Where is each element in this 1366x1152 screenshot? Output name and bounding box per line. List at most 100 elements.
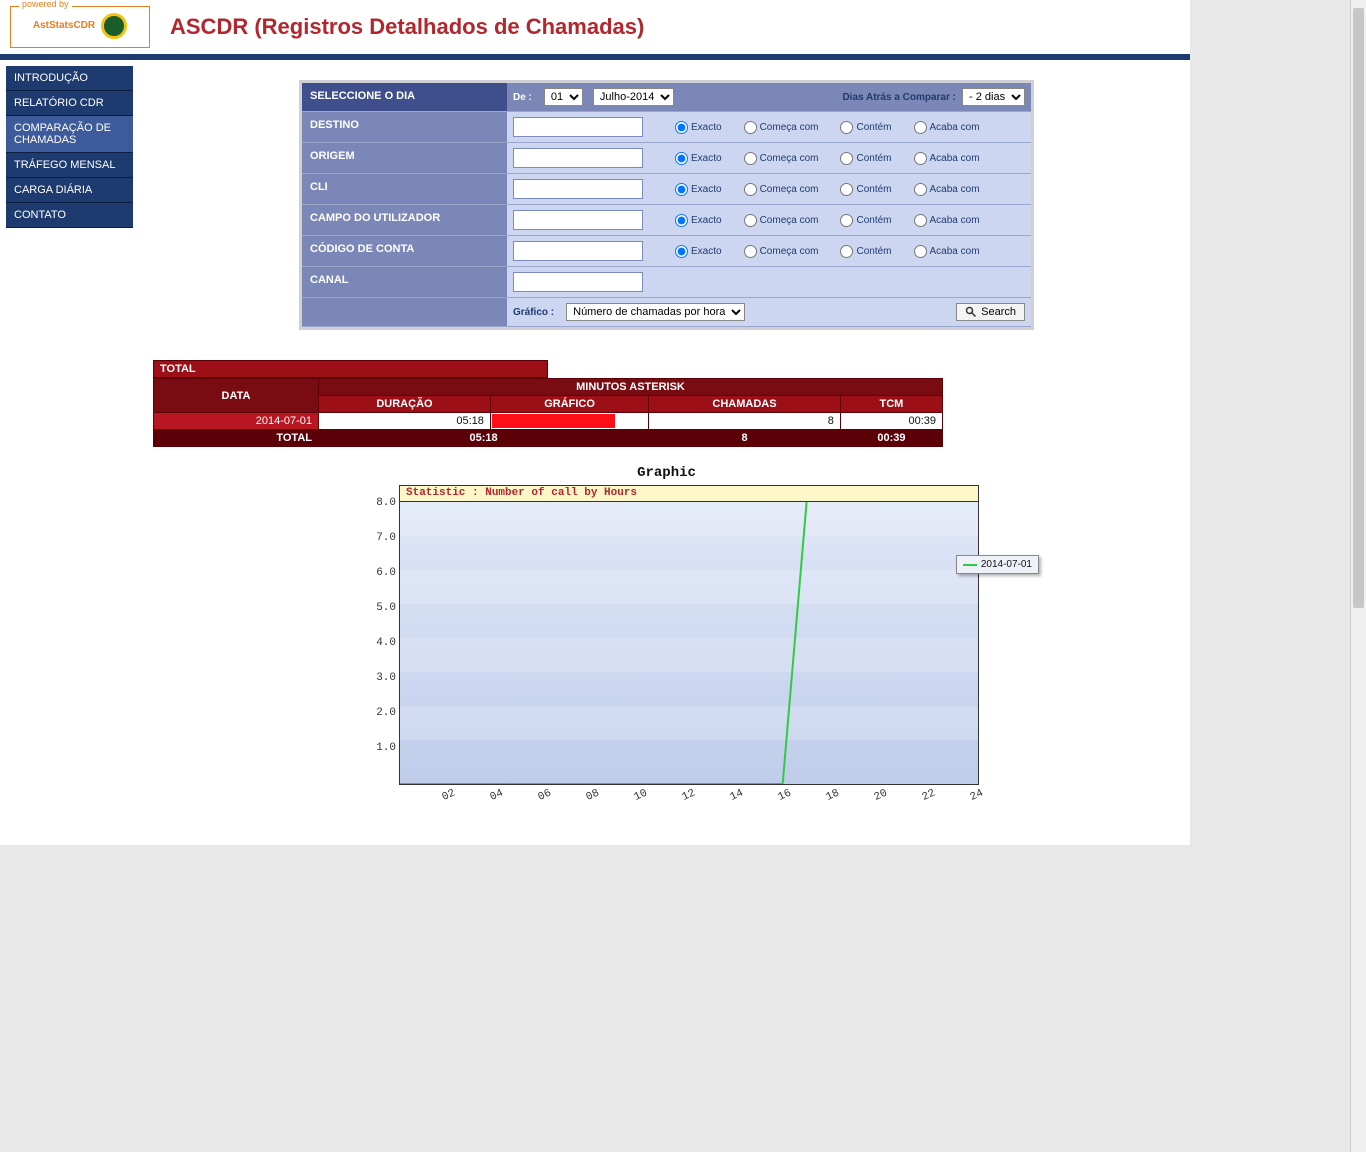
header-span: MINUTOS ASTERISK bbox=[319, 379, 943, 396]
scrollbar[interactable] bbox=[1350, 0, 1366, 1152]
destino-input[interactable] bbox=[513, 117, 643, 137]
y-tick: 8.0 bbox=[354, 497, 396, 509]
grafico-label: Gráfico : bbox=[513, 307, 554, 318]
powered-by-label: powered by bbox=[19, 0, 72, 9]
cell-date: 2014-07-01 bbox=[154, 413, 319, 430]
cell-tcm: 00:39 bbox=[840, 413, 942, 430]
scrollbar-thumb[interactable] bbox=[1353, 8, 1364, 608]
codigo-radio-acaba[interactable] bbox=[914, 245, 927, 258]
y-tick: 5.0 bbox=[354, 602, 396, 614]
cli-input[interactable] bbox=[513, 179, 643, 199]
field-label-codigo: CÓDIGO DE CONTA bbox=[302, 236, 507, 266]
x-tick: 08 bbox=[584, 787, 601, 803]
col-tcm: TCM bbox=[840, 396, 942, 413]
col-duracao: DURAÇÃO bbox=[319, 396, 491, 413]
x-tick: 16 bbox=[776, 787, 793, 803]
grafico-select[interactable]: Número de chamadas por hora bbox=[566, 303, 745, 321]
origem-radio-contem[interactable] bbox=[840, 152, 853, 165]
codigo-input[interactable] bbox=[513, 241, 643, 261]
destino-radio-acaba[interactable] bbox=[914, 121, 927, 134]
plot-box: Statistic : Number of call by Hours bbox=[399, 485, 979, 785]
y-tick: 7.0 bbox=[354, 532, 396, 544]
total-strip: TOTAL bbox=[153, 360, 548, 378]
footer-tcm: 00:39 bbox=[840, 430, 942, 447]
col-grafico: GRÁFICO bbox=[490, 396, 648, 413]
field-label-campo: CAMPO DO UTILIZADOR bbox=[302, 205, 507, 235]
chart-line bbox=[400, 502, 978, 784]
sidebar-item-relatorio[interactable]: RELATÓRIO CDR bbox=[6, 91, 133, 116]
cell-bar bbox=[490, 413, 648, 430]
codigo-radio-comeca[interactable] bbox=[744, 245, 757, 258]
cli-radio-contem[interactable] bbox=[840, 183, 853, 196]
canal-input[interactable] bbox=[513, 272, 643, 292]
legend-line-icon bbox=[963, 564, 977, 566]
y-tick: 6.0 bbox=[354, 567, 396, 579]
search-button[interactable]: Search bbox=[956, 303, 1025, 321]
destino-radio-comeca[interactable] bbox=[744, 121, 757, 134]
main-content: Seleccione o dia De : 01 Julho-2014 Dias… bbox=[143, 60, 1190, 845]
x-tick: 12 bbox=[680, 787, 697, 803]
campo-radio-comeca[interactable] bbox=[744, 214, 757, 227]
app-title: ASCDR (Registros Detalhados de Chamadas) bbox=[170, 14, 644, 40]
campo-input[interactable] bbox=[513, 210, 643, 230]
x-tick: 06 bbox=[536, 787, 553, 803]
destino-radios: Exacto Começa com Contém Acaba com bbox=[675, 121, 980, 134]
footer-duration: 05:18 bbox=[319, 430, 649, 447]
bar-graphic bbox=[492, 414, 615, 428]
select-day-label: Seleccione o dia bbox=[302, 83, 507, 111]
powered-by-box: powered by AstStatsCDR bbox=[10, 6, 150, 48]
field-label-origem: ORIGEM bbox=[302, 143, 507, 173]
table-footer: TOTAL 05:18 8 00:39 bbox=[154, 430, 943, 447]
campo-radio-exacto[interactable] bbox=[675, 214, 688, 227]
codigo-radio-exacto[interactable] bbox=[675, 245, 688, 258]
month-select[interactable]: Julho-2014 bbox=[593, 88, 674, 106]
x-tick: 10 bbox=[632, 787, 649, 803]
sidebar-item-introducao[interactable]: INTRODUÇÃO bbox=[6, 66, 133, 91]
origem-radio-comeca[interactable] bbox=[744, 152, 757, 165]
origem-radio-exacto[interactable] bbox=[675, 152, 688, 165]
destino-radio-contem[interactable] bbox=[840, 121, 853, 134]
chart-title: Graphic bbox=[354, 465, 979, 481]
footer-label: TOTAL bbox=[154, 430, 319, 447]
sidebar-item-contato[interactable]: CONTATO bbox=[6, 203, 133, 228]
chart-area: 8.0 7.0 6.0 5.0 4.0 3.0 2.0 1.0 Statisti… bbox=[354, 485, 979, 805]
destino-radio-exacto[interactable] bbox=[675, 121, 688, 134]
chart-container: Graphic 8.0 7.0 6.0 5.0 4.0 3.0 2.0 1.0 … bbox=[354, 465, 979, 805]
x-tick: 22 bbox=[920, 787, 937, 803]
field-label-destino: DESTINO bbox=[302, 112, 507, 142]
col-chamadas: CHAMADAS bbox=[649, 396, 841, 413]
x-tick: 20 bbox=[872, 787, 889, 803]
field-label-canal: CANAL bbox=[302, 267, 507, 297]
day-select[interactable]: 01 bbox=[544, 88, 583, 106]
de-label: De : bbox=[513, 92, 532, 103]
y-tick: 1.0 bbox=[354, 742, 396, 754]
cli-radio-comeca[interactable] bbox=[744, 183, 757, 196]
cli-radio-exacto[interactable] bbox=[675, 183, 688, 196]
origem-radio-acaba[interactable] bbox=[914, 152, 927, 165]
x-tick: 04 bbox=[488, 787, 505, 803]
x-tick: 02 bbox=[440, 787, 457, 803]
y-tick: 4.0 bbox=[354, 637, 396, 649]
compare-select[interactable]: - 2 dias bbox=[962, 88, 1025, 106]
codigo-radio-contem[interactable] bbox=[840, 245, 853, 258]
campo-radio-acaba[interactable] bbox=[914, 214, 927, 227]
chart-stat-banner: Statistic : Number of call by Hours bbox=[400, 486, 978, 502]
x-tick: 18 bbox=[824, 787, 841, 803]
sidebar-item-carga[interactable]: CARGA DIÁRIA bbox=[6, 178, 133, 203]
sidebar-item-comparacao[interactable]: COMPARAÇÃO DE CHAMADAS bbox=[6, 116, 133, 153]
col-data: DATA bbox=[154, 379, 319, 413]
header-bar: powered by AstStatsCDR ASCDR (Registros … bbox=[0, 0, 1190, 54]
field-label-cli: CLI bbox=[302, 174, 507, 204]
x-tick: 14 bbox=[728, 787, 745, 803]
compare-label: Dias Atrás a Comparar : bbox=[842, 92, 956, 103]
sidebar-item-trafego[interactable]: TRÁFEGO MENSAL bbox=[6, 153, 133, 178]
x-tick: 24 bbox=[968, 787, 985, 803]
results-table: DATA MINUTOS ASTERISK DURAÇÃO GRÁFICO CH… bbox=[153, 378, 943, 447]
origem-input[interactable] bbox=[513, 148, 643, 168]
cli-radio-acaba[interactable] bbox=[914, 183, 927, 196]
grafico-row-spacer bbox=[302, 298, 507, 326]
table-row: 2014-07-01 05:18 8 00:39 bbox=[154, 413, 943, 430]
footer-calls: 8 bbox=[649, 430, 841, 447]
chart-legend: 2014-07-01 bbox=[956, 555, 1039, 574]
campo-radio-contem[interactable] bbox=[840, 214, 853, 227]
